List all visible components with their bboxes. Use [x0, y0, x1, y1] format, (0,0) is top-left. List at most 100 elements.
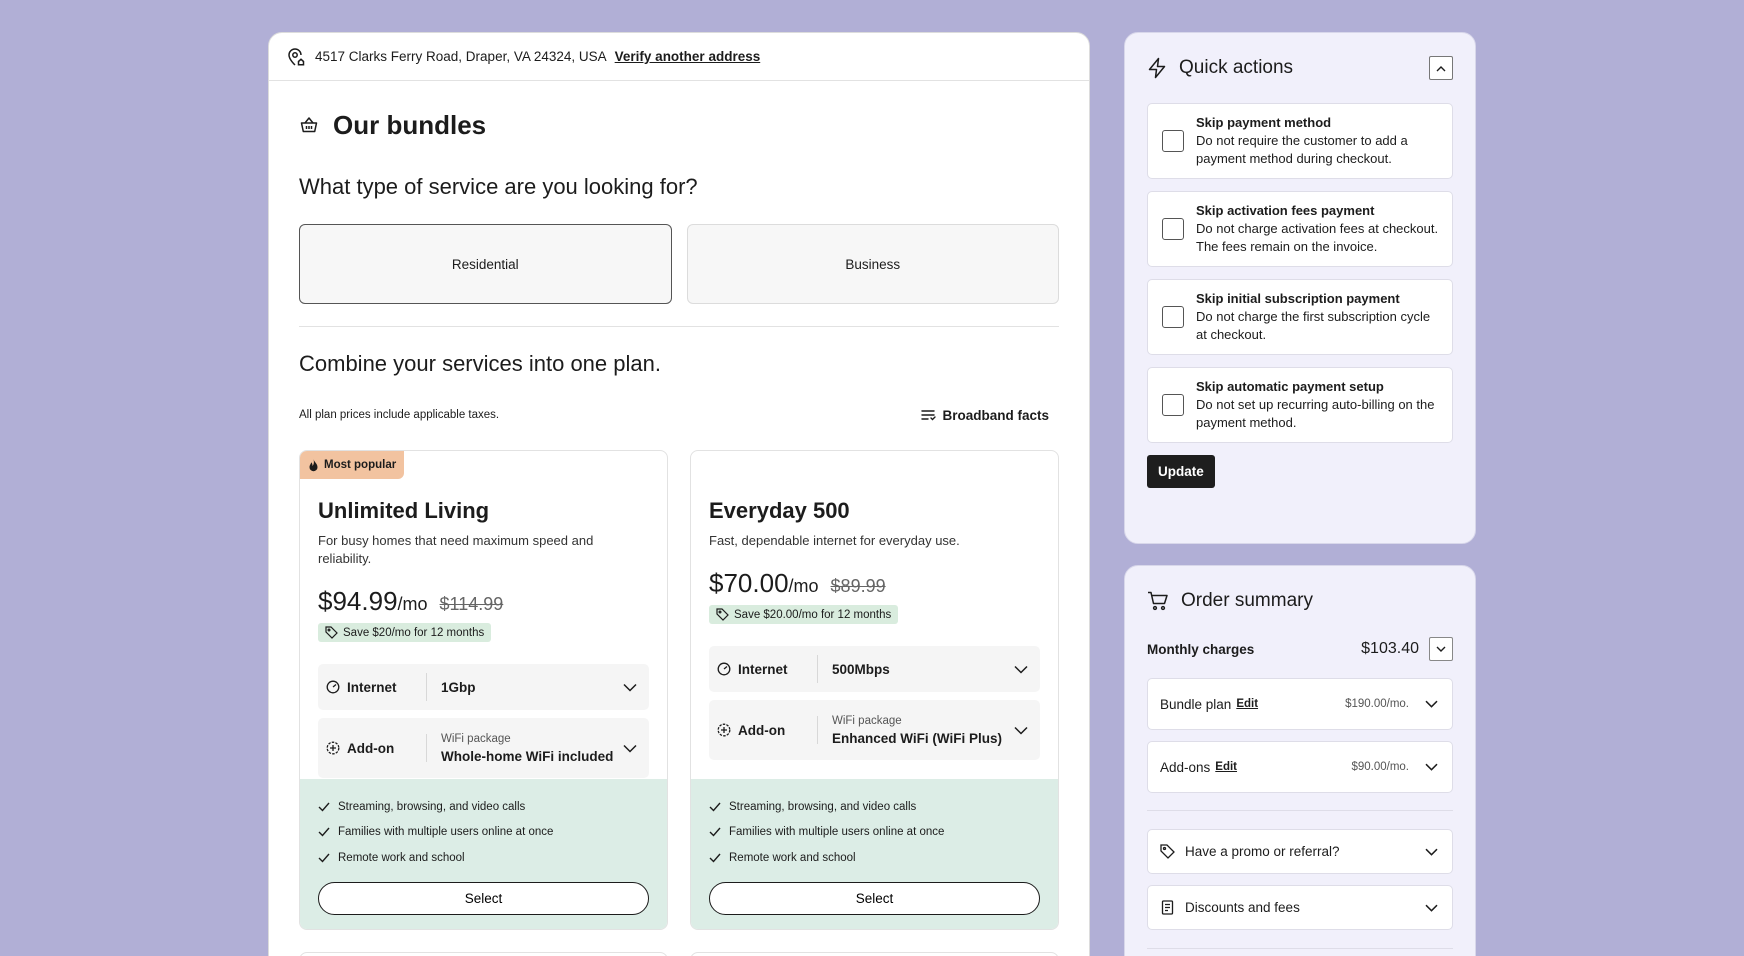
plan-card-everyday-500: Everyday 500 Fast, dependable internet f…	[690, 450, 1059, 930]
lightning-icon	[1147, 57, 1167, 79]
feature-item: Families with multiple users online at o…	[709, 820, 1040, 846]
broadband-facts-label: Broadband facts	[942, 407, 1049, 423]
chevron-down-icon	[1425, 904, 1438, 912]
plan-description: Fast, dependable internet for everyday u…	[709, 533, 960, 548]
quick-actions-title: Quick actions	[1179, 57, 1294, 78]
plan-card-partial	[690, 952, 1059, 956]
check-icon	[318, 853, 330, 863]
chevron-down-icon	[1425, 763, 1438, 771]
checkbox[interactable]	[1162, 218, 1184, 240]
update-button[interactable]: Update	[1147, 455, 1215, 488]
basket-icon	[299, 115, 319, 135]
addon-value: WiFi package Whole-home WiFi included	[441, 732, 614, 764]
divider	[1147, 948, 1453, 949]
internet-speed-value: 1Gbp	[441, 679, 476, 695]
chevron-up-icon	[1436, 65, 1446, 72]
feature-item: Streaming, browsing, and video calls	[318, 794, 649, 820]
chevron-down-icon	[1014, 665, 1028, 674]
monthly-charges-label: Monthly charges	[1147, 641, 1255, 657]
check-icon	[318, 802, 330, 812]
checkbox[interactable]	[1162, 130, 1184, 152]
service-option-residential[interactable]: Residential	[299, 224, 672, 304]
feature-item: Remote work and school	[709, 845, 1040, 871]
service-type-selector: Residential Business	[299, 224, 1059, 304]
list-icon	[921, 409, 937, 422]
order-summary-panel: Order summary Monthly charges $103.40 Bu…	[1124, 565, 1476, 956]
order-summary-title: Order summary	[1181, 590, 1313, 611]
chevron-down-icon	[1014, 726, 1028, 735]
plan-price: $70.00/mo	[709, 568, 819, 598]
plan-features: Streaming, browsing, and video calls Fam…	[300, 779, 667, 929]
page-title: Our bundles	[333, 109, 487, 140]
plan-old-price: $114.99	[439, 594, 504, 614]
quick-action-skip-payment-method[interactable]: Skip payment method Do not require the c…	[1147, 103, 1453, 179]
addon-select[interactable]: Add-on WiFi package Whole-home WiFi inclu…	[318, 718, 649, 778]
verify-address-link[interactable]: Verify another address	[615, 49, 761, 64]
addon-value: WiFi package Enhanced WiFi (WiFi Plus)	[832, 714, 1003, 746]
add-circle-icon	[717, 723, 731, 737]
promo-referral-row[interactable]: Have a promo or referral?	[1147, 829, 1453, 874]
checkbox[interactable]	[1162, 394, 1184, 416]
check-icon	[318, 827, 330, 837]
quick-actions-panel: Quick actions Skip payment method Do not…	[1124, 32, 1476, 544]
discounts-fees-row[interactable]: Discounts and fees	[1147, 885, 1453, 930]
internet-speed-value: 500Mbps	[832, 661, 890, 677]
select-plan-button[interactable]: Select	[709, 881, 1040, 915]
edit-addons-link[interactable]: Edit	[1215, 761, 1351, 773]
chevron-down-icon	[623, 744, 637, 753]
service-option-business[interactable]: Business	[686, 224, 1059, 304]
add-circle-icon	[326, 741, 340, 755]
bundles-panel: 4517 Clarks Ferry Road, Draper, VA 24324…	[268, 32, 1090, 956]
broadband-facts-link[interactable]: Broadband facts	[921, 408, 1049, 423]
check-icon	[709, 827, 721, 837]
divider	[1147, 810, 1453, 811]
edit-bundle-link[interactable]: Edit	[1236, 698, 1345, 710]
plan-old-price: $89.99	[830, 576, 886, 596]
taxes-note: All plan prices include applicable taxes…	[299, 409, 500, 421]
expand-monthly-button[interactable]	[1429, 637, 1453, 661]
collapse-button[interactable]	[1429, 56, 1453, 80]
select-plan-button[interactable]: Select	[318, 881, 649, 915]
shopping-cart-icon	[1147, 591, 1169, 611]
plan-cards: Most popular Unlimited Living For busy h…	[299, 450, 1059, 930]
plan-description: For busy homes that need maximum speed a…	[318, 533, 594, 566]
feature-item: Families with multiple users online at o…	[318, 820, 649, 846]
plan-name: Unlimited Living	[318, 498, 490, 523]
save-badge: Save $20.00/mo for 12 months	[709, 605, 899, 624]
speedometer-icon	[717, 662, 731, 676]
flame-icon	[308, 458, 319, 472]
quick-action-skip-auto-payment[interactable]: Skip automatic payment setup Do not set …	[1147, 367, 1453, 443]
internet-speed-select[interactable]: Internet 1Gbp	[318, 664, 649, 710]
bundle-plan-row[interactable]: Bundle plan Edit $190.00/mo.	[1147, 678, 1453, 730]
addons-cost: $90.00/mo.	[1351, 761, 1409, 773]
bundle-plan-cost: $190.00/mo.	[1345, 698, 1409, 710]
checkbox[interactable]	[1162, 306, 1184, 328]
chevron-down-icon	[1436, 646, 1446, 653]
check-icon	[709, 802, 721, 812]
divider	[299, 326, 1059, 327]
chevron-down-icon	[623, 683, 637, 692]
feature-item: Streaming, browsing, and video calls	[709, 794, 1040, 820]
plan-card-unlimited-living: Most popular Unlimited Living For busy h…	[299, 450, 668, 930]
addons-row[interactable]: Add-ons Edit $90.00/mo.	[1147, 741, 1453, 793]
addon-select[interactable]: Add-on WiFi package Enhanced WiFi (WiFi P…	[709, 700, 1040, 760]
combine-title: Combine your services into one plan.	[299, 351, 661, 376]
speedometer-icon	[326, 680, 340, 694]
receipt-icon	[1160, 900, 1175, 915]
chevron-down-icon	[1425, 700, 1438, 708]
service-question: What type of service are you looking for…	[299, 174, 698, 199]
next-plan-cards	[299, 952, 1059, 956]
plan-name: Everyday 500	[709, 498, 850, 523]
save-badge: Save $20/mo for 12 months	[318, 623, 492, 642]
monthly-charges-row: Monthly charges $103.40	[1147, 634, 1453, 664]
monthly-charges-amount: $103.40	[1361, 640, 1419, 657]
address-text: 4517 Clarks Ferry Road, Draper, VA 24324…	[315, 49, 607, 64]
plan-price: $94.99/mo	[318, 586, 428, 616]
chevron-down-icon	[1425, 848, 1438, 856]
tag-icon	[1160, 844, 1175, 859]
internet-speed-select[interactable]: Internet 500Mbps	[709, 646, 1040, 692]
quick-action-skip-activation-fees[interactable]: Skip activation fees payment Do not char…	[1147, 191, 1453, 267]
quick-action-skip-initial-subscription[interactable]: Skip initial subscription payment Do not…	[1147, 279, 1453, 355]
feature-item: Remote work and school	[318, 845, 649, 871]
tag-icon	[716, 608, 729, 621]
